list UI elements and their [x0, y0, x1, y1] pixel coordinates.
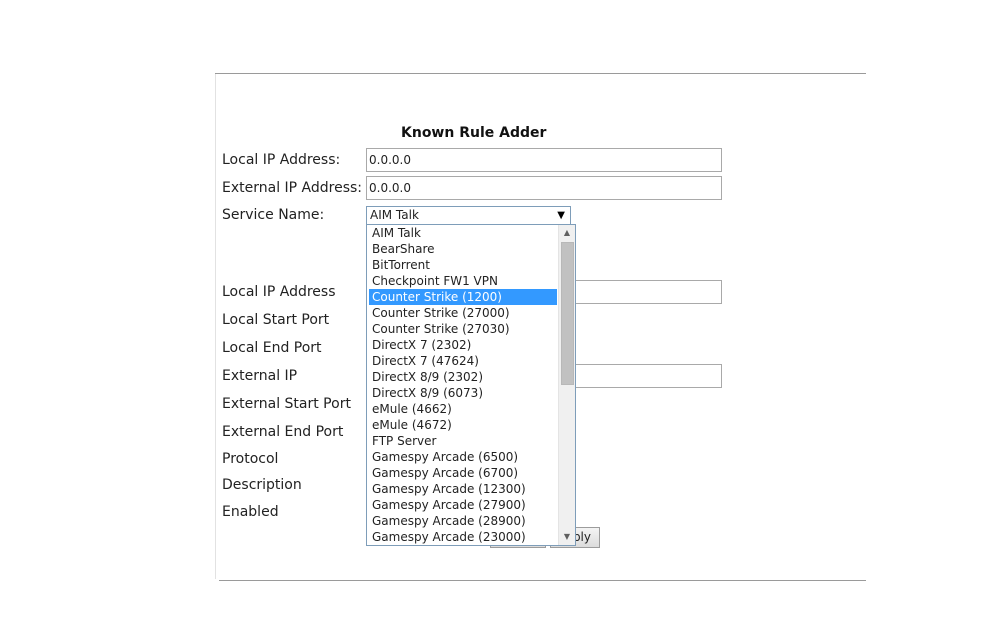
top-divider: [215, 73, 866, 74]
service-name-select[interactable]: AIM Talk ▼: [366, 206, 571, 225]
dropdown-option[interactable]: Gamespy Arcade (12300): [369, 481, 557, 497]
dropdown-option[interactable]: eMule (4662): [369, 401, 557, 417]
dropdown-option[interactable]: DirectX 7 (47624): [369, 353, 557, 369]
local-start-port-label: Local Start Port: [222, 312, 330, 328]
enabled-label: Enabled: [222, 504, 279, 520]
dropdown-option[interactable]: DirectX 8/9 (6073): [369, 385, 557, 401]
dropdown-option[interactable]: Gamespy Arcade (28900): [369, 513, 557, 529]
dropdown-option[interactable]: DirectX 8/9 (2302): [369, 369, 557, 385]
caret-down-icon: ▼: [557, 210, 565, 221]
description-label: Description: [222, 477, 302, 493]
dropdown-option[interactable]: FTP Server: [369, 433, 557, 449]
local-end-port-label: Local End Port: [222, 340, 322, 356]
dropdown-option[interactable]: BearShare: [369, 241, 557, 257]
dropdown-option[interactable]: AIM Talk: [369, 225, 557, 241]
local-ip-address-label: Local IP Address: [222, 284, 336, 300]
dropdown-option[interactable]: DirectX 7 (2302): [369, 337, 557, 353]
service-name-label: Service Name:: [222, 207, 325, 223]
dropdown-option[interactable]: Counter Strike (1200): [369, 289, 557, 305]
dropdown-option[interactable]: Checkpoint FW1 VPN: [369, 273, 557, 289]
external-end-port-label: External End Port: [222, 424, 344, 440]
service-dropdown-list[interactable]: AIM Talk BearShare BitTorrent Checkpoint FW…: [366, 224, 576, 546]
external-ip-label: External IP Address:: [222, 180, 363, 196]
local-ip-label: Local IP Address:: [222, 152, 341, 168]
left-border: [215, 74, 216, 579]
dropdown-option[interactable]: Gamespy Arcade (27900): [369, 497, 557, 513]
dropdown-option[interactable]: Gamespy Arcade (23000): [369, 529, 557, 545]
bottom-divider: [219, 580, 866, 581]
dropdown-option[interactable]: Gamespy Arcade (6500): [369, 449, 557, 465]
scroll-down-arrow-icon[interactable]: ▼: [559, 529, 575, 545]
scroll-up-arrow-icon[interactable]: ▲: [559, 225, 575, 241]
external-ip-field-label: External IP: [222, 368, 298, 384]
dropdown-option[interactable]: eMule (4672): [369, 417, 557, 433]
local-ip-input[interactable]: [366, 148, 722, 172]
dropdown-option[interactable]: Gamespy Arcade (6700): [369, 465, 557, 481]
external-ip-input[interactable]: [366, 176, 722, 200]
dropdown-option[interactable]: Counter Strike (27000): [369, 305, 557, 321]
external-start-port-label: External Start Port: [222, 396, 351, 412]
scrollbar-thumb[interactable]: [561, 242, 574, 385]
service-name-selected: AIM Talk: [370, 208, 419, 222]
protocol-label: Protocol: [222, 451, 279, 467]
dropdown-option[interactable]: Counter Strike (27030): [369, 321, 557, 337]
dropdown-option[interactable]: BitTorrent: [369, 257, 557, 273]
dropdown-scrollbar[interactable]: ▲ ▼: [558, 225, 575, 545]
page-title: Known Rule Adder: [401, 125, 547, 141]
